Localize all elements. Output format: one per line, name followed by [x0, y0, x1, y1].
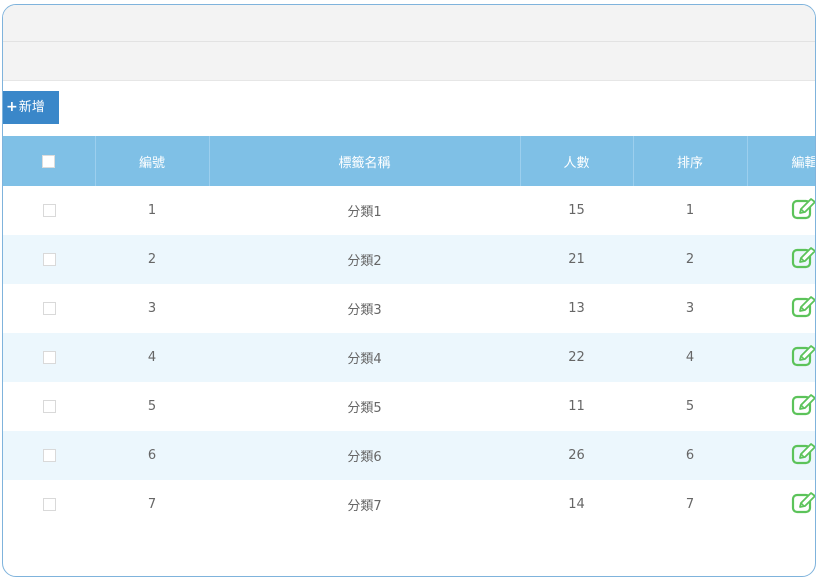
- table-row: 5 分類5 11 5: [3, 382, 815, 431]
- row-count: 21: [520, 235, 633, 284]
- row-count: 15: [520, 186, 633, 235]
- row-name: 分類4: [209, 333, 520, 382]
- table-row: 2 分類2 21 2: [3, 235, 815, 284]
- row-checkbox[interactable]: [42, 498, 56, 511]
- header-name[interactable]: 標籤名稱: [209, 136, 521, 186]
- select-all-checkbox[interactable]: [42, 154, 56, 168]
- row-select-cell: [3, 382, 95, 431]
- row-count: 26: [520, 431, 633, 480]
- row-id: 6: [95, 431, 209, 480]
- row-name: 分類6: [209, 431, 520, 480]
- row-id: 2: [95, 235, 209, 284]
- row-count: 11: [520, 382, 633, 431]
- row-edit-cell: [747, 235, 815, 284]
- row-order: 6: [633, 431, 747, 480]
- top-bar: [3, 5, 815, 42]
- row-name: 分類3: [209, 284, 520, 333]
- header-order[interactable]: 排序: [633, 136, 748, 186]
- edit-icon[interactable]: [791, 491, 815, 518]
- row-checkbox[interactable]: [42, 302, 56, 315]
- header-id[interactable]: 編號: [95, 136, 210, 186]
- row-select-cell: [3, 333, 95, 382]
- row-order: 1: [633, 186, 747, 235]
- table-row: 4 分類4 22 4: [3, 333, 815, 382]
- row-name: 分類5: [209, 382, 520, 431]
- row-order: 7: [633, 480, 747, 529]
- sub-bar: [3, 42, 815, 81]
- row-select-cell: [3, 235, 95, 284]
- row-edit-cell: [747, 431, 815, 480]
- row-count: 22: [520, 333, 633, 382]
- select-all-header: [3, 136, 96, 186]
- table-row: 3 分類3 13 3: [3, 284, 815, 333]
- row-name: 分類2: [209, 235, 520, 284]
- row-id: 4: [95, 333, 209, 382]
- edit-icon[interactable]: [791, 344, 815, 371]
- row-select-cell: [3, 284, 95, 333]
- row-checkbox[interactable]: [42, 253, 56, 266]
- edit-icon[interactable]: [791, 393, 815, 420]
- row-select-cell: [3, 186, 95, 235]
- row-checkbox[interactable]: [42, 351, 56, 364]
- row-order: 3: [633, 284, 747, 333]
- header-count[interactable]: 人數: [520, 136, 634, 186]
- row-edit-cell: [747, 333, 815, 382]
- row-id: 7: [95, 480, 209, 529]
- row-order: 5: [633, 382, 747, 431]
- row-select-cell: [3, 431, 95, 480]
- row-edit-cell: [747, 382, 815, 431]
- row-count: 13: [520, 284, 633, 333]
- row-checkbox[interactable]: [42, 400, 56, 413]
- row-checkbox[interactable]: [42, 449, 56, 462]
- plus-icon: +: [6, 99, 18, 115]
- edit-icon[interactable]: [791, 442, 815, 469]
- table-row: 1 分類1 15 1: [3, 186, 815, 235]
- add-button[interactable]: + 新增: [3, 91, 59, 124]
- edit-icon[interactable]: [791, 246, 815, 273]
- add-button-label: 新增: [18, 100, 45, 115]
- table-row: 6 分類6 26 6: [3, 431, 815, 480]
- app-frame: + 新增 編號 標籤名稱 人數 排序 編輯 1 分類1 15 1 2 分類2 21 2 3 分類3…: [2, 4, 816, 577]
- row-edit-cell: [747, 186, 815, 235]
- edit-icon[interactable]: [791, 295, 815, 322]
- row-checkbox[interactable]: [42, 204, 56, 217]
- row-order: 4: [633, 333, 747, 382]
- row-name: 分類7: [209, 480, 520, 529]
- row-id: 1: [95, 186, 209, 235]
- row-edit-cell: [747, 480, 815, 529]
- table-header-row: 編號 標籤名稱 人數 排序 編輯: [3, 136, 815, 186]
- row-order: 2: [633, 235, 747, 284]
- row-id: 3: [95, 284, 209, 333]
- row-count: 14: [520, 480, 633, 529]
- header-edit: 編輯: [747, 136, 815, 186]
- row-name: 分類1: [209, 186, 520, 235]
- row-id: 5: [95, 382, 209, 431]
- table-row: 7 分類7 14 7: [3, 480, 815, 529]
- row-select-cell: [3, 480, 95, 529]
- row-edit-cell: [747, 284, 815, 333]
- tag-table: 編號 標籤名稱 人數 排序 編輯 1 分類1 15 1 2 分類2 21 2 3 分類3 13 3 4 分…: [3, 136, 815, 529]
- edit-icon[interactable]: [791, 197, 815, 224]
